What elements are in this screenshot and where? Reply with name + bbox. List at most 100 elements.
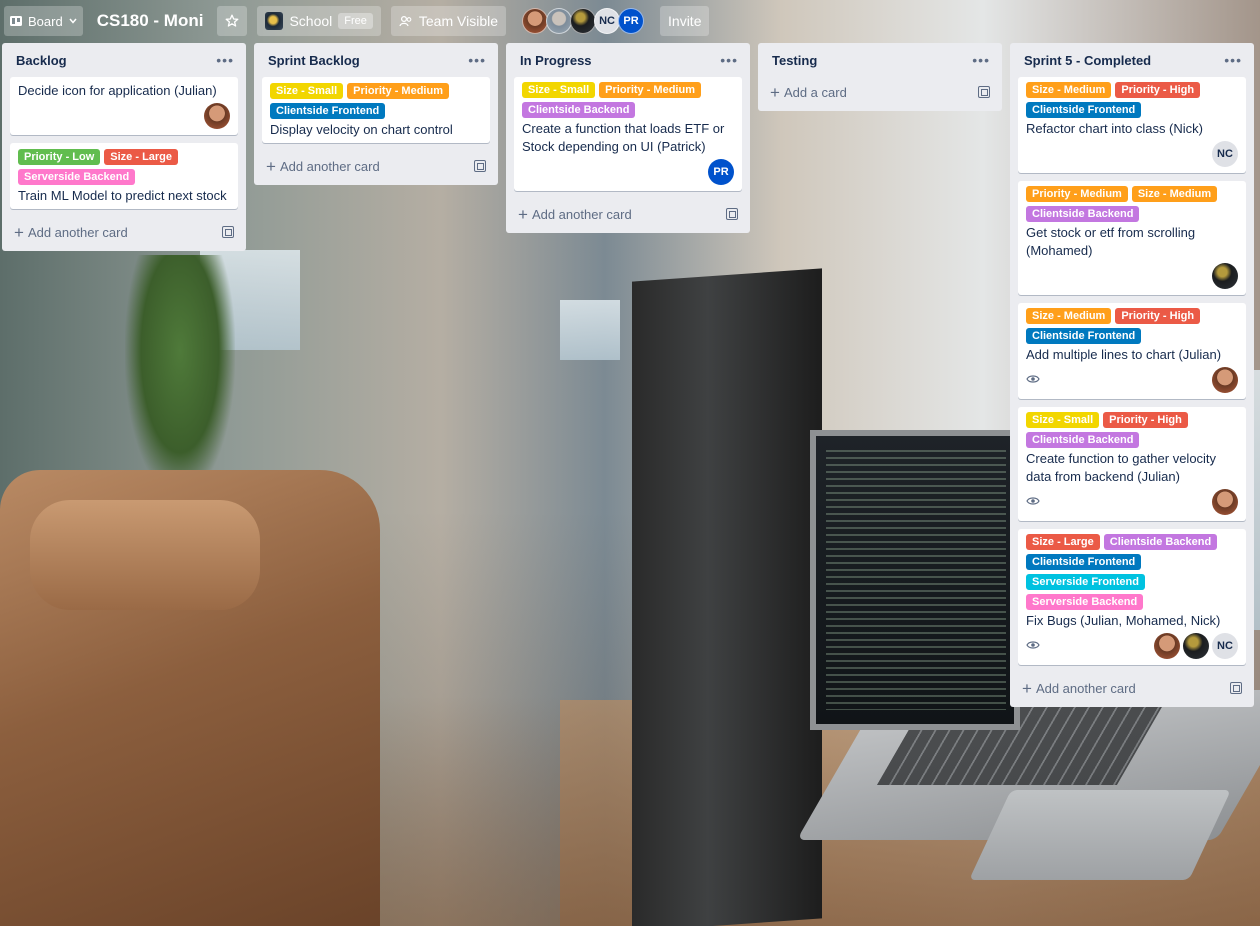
card-label[interactable]: Priority - High (1103, 412, 1188, 428)
card-labels: Size - Medium Priority - High Clientside F… (1026, 82, 1238, 118)
member-avatar[interactable] (522, 8, 549, 34)
avatar-nick[interactable]: NC (1212, 141, 1238, 167)
avatar-mohamed[interactable] (1183, 633, 1209, 659)
list-title[interactable]: Testing (772, 53, 817, 68)
list-title[interactable]: Sprint 5 - Completed (1024, 53, 1151, 68)
add-card-action[interactable]: + Add another card (266, 158, 380, 175)
card-label[interactable]: Size - Small (522, 82, 596, 98)
member-avatar[interactable] (570, 8, 597, 34)
card-label[interactable]: Clientside Backend (1026, 206, 1140, 222)
card-template-icon[interactable] (1230, 682, 1242, 694)
card-footer (1026, 489, 1238, 515)
add-card-button[interactable]: + Add another card (262, 151, 490, 181)
star-icon (226, 14, 239, 27)
invite-button[interactable]: Invite (660, 6, 710, 36)
card[interactable]: Decide icon for application (Julian) (10, 77, 238, 135)
card-label[interactable]: Serverside Backend (18, 169, 136, 185)
card-label[interactable]: Size - Medium (1026, 82, 1112, 98)
list-in-progress: In Progress ••• Size - Small Priority - Med… (506, 43, 750, 233)
card[interactable]: Size - Small Priority - Medium Clientside … (514, 77, 742, 191)
card-label[interactable]: Size - Medium (1131, 186, 1218, 202)
card[interactable]: Priority - Medium Size - Medium Clientside… (1018, 181, 1246, 295)
add-card-button[interactable]: + Add a card (766, 77, 994, 107)
card-label[interactable]: Priority - Low (18, 149, 101, 165)
add-card-button[interactable]: + Add another card (1018, 673, 1246, 703)
card-title: Decide icon for application (Julian) (18, 83, 217, 98)
avatar-julian[interactable] (1154, 633, 1180, 659)
add-card-action[interactable]: + Add another card (14, 224, 128, 241)
add-card-action[interactable]: + Add a card (770, 84, 847, 101)
add-card-button[interactable]: + Add another card (10, 217, 238, 247)
card-labels: Size - Small Priority - Medium Clientside … (270, 83, 482, 119)
card-label[interactable]: Priority - Medium (599, 82, 701, 98)
card[interactable]: Size - Medium Priority - High Clientside F… (1018, 77, 1246, 173)
avatar-patrick[interactable]: PR (708, 159, 734, 185)
avatar-julian[interactable] (1212, 367, 1238, 393)
list-backlog: Backlog ••• Decide icon for application (J… (2, 43, 246, 251)
avatar-mohamed[interactable] (1212, 263, 1238, 289)
card-label[interactable]: Clientside Backend (1103, 534, 1218, 550)
member-avatar-patrick[interactable]: PR (618, 8, 645, 34)
list-title[interactable]: Sprint Backlog (268, 53, 360, 68)
list-header: In Progress ••• (514, 43, 742, 77)
card-label[interactable]: Size - Large (1026, 534, 1100, 550)
card-members: NC (1154, 633, 1238, 659)
ellipsis-icon[interactable]: ••• (720, 52, 742, 68)
star-board-button[interactable] (217, 6, 248, 36)
plus-icon: + (266, 156, 276, 176)
card[interactable]: Priority - Low Size - Large Serverside Bac… (10, 143, 238, 209)
add-card-action[interactable]: + Add another card (1022, 680, 1136, 697)
card-label[interactable]: Clientside Backend (522, 102, 636, 118)
member-avatar-nick[interactable]: NC (594, 8, 621, 34)
card-label[interactable]: Serverside Backend (1026, 594, 1144, 610)
add-card-label: Add another card (1035, 680, 1136, 696)
visibility-button[interactable]: Team Visible (390, 6, 507, 36)
card-label[interactable]: Size - Large (104, 149, 179, 165)
card-label[interactable]: Priority - Medium (347, 83, 449, 99)
card-label[interactable]: Clientside Frontend (1026, 102, 1142, 118)
card-label[interactable]: Serverside Frontend (1026, 574, 1145, 590)
board-switcher-button[interactable]: Board (4, 6, 83, 36)
eye-icon (1026, 373, 1040, 387)
member-avatar[interactable] (546, 8, 573, 34)
card-label[interactable]: Size - Small (270, 83, 344, 99)
list-title[interactable]: Backlog (16, 53, 67, 68)
card[interactable]: Size - Large Clientside Backend Clientside… (1018, 529, 1246, 665)
board-header: Board CS180 - Moni School Free Team Visi… (0, 0, 1260, 42)
add-card-button[interactable]: + Add another card (514, 199, 742, 229)
card[interactable]: Size - Small Priority - High Clientside Ba… (1018, 407, 1246, 521)
ellipsis-icon[interactable]: ••• (216, 52, 238, 68)
team-visible-icon (399, 15, 412, 27)
avatar-nick[interactable]: NC (1212, 633, 1238, 659)
card-members (204, 103, 230, 129)
board-icon (10, 16, 22, 26)
card-footer: NC (1026, 141, 1238, 167)
ellipsis-icon[interactable]: ••• (972, 52, 994, 68)
card-label[interactable]: Priority - High (1115, 82, 1201, 98)
list-title[interactable]: In Progress (520, 53, 592, 68)
card-members (1212, 263, 1238, 289)
visibility-label: Team Visible (418, 13, 499, 29)
card-template-icon[interactable] (978, 86, 990, 98)
card-label[interactable]: Clientside Frontend (1026, 554, 1142, 570)
workspace-button[interactable]: School Free (257, 6, 381, 36)
ellipsis-icon[interactable]: ••• (1224, 52, 1246, 68)
card-label[interactable]: Size - Medium (1026, 308, 1112, 324)
card-label[interactable]: Size - Small (1026, 412, 1100, 428)
card-template-icon[interactable] (222, 226, 234, 238)
add-card-action[interactable]: + Add another card (518, 206, 632, 223)
card-label[interactable]: Clientside Frontend (1026, 328, 1142, 344)
board-members: NC PR (522, 8, 645, 34)
card-template-icon[interactable] (474, 160, 486, 172)
card[interactable]: Size - Small Priority - Medium Clientside … (262, 77, 490, 143)
card-label[interactable]: Priority - High (1115, 308, 1201, 324)
avatar-julian[interactable] (204, 103, 230, 129)
card-label[interactable]: Clientside Backend (1026, 432, 1140, 448)
ellipsis-icon[interactable]: ••• (468, 52, 490, 68)
board-title[interactable]: CS180 - Moni (89, 11, 212, 31)
card[interactable]: Size - Medium Priority - High Clientside F… (1018, 303, 1246, 399)
card-template-icon[interactable] (726, 208, 738, 220)
avatar-julian[interactable] (1212, 489, 1238, 515)
card-label[interactable]: Priority - Medium (1026, 186, 1128, 202)
card-label[interactable]: Clientside Frontend (270, 103, 386, 119)
